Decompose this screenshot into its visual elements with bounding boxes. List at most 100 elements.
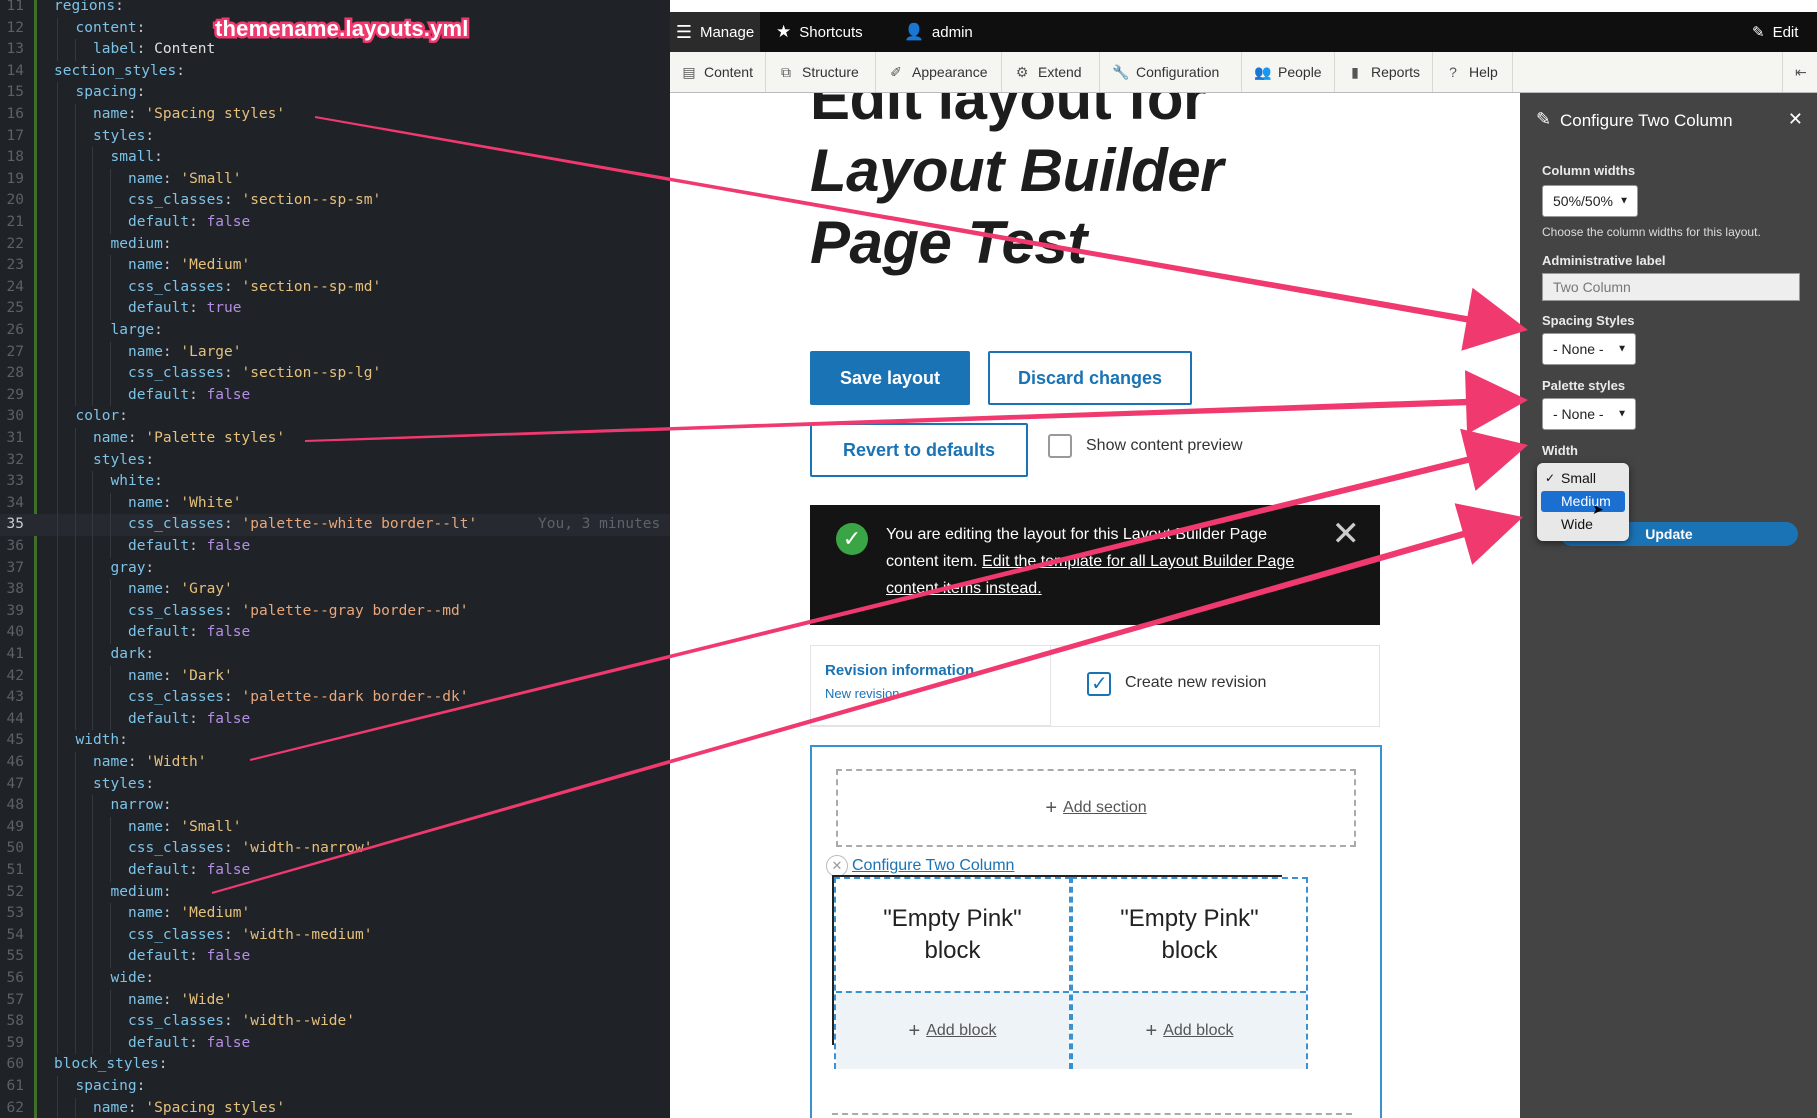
code-line[interactable]: 32 styles: <box>0 449 670 472</box>
block-empty-pink-second[interactable]: "Empty Pink" block <box>1073 879 1306 991</box>
add-block-first[interactable]: + Add block <box>836 991 1069 1069</box>
tray-configuration[interactable]: 🔧 Configuration <box>1100 52 1242 92</box>
indent-guide <box>57 1011 58 1033</box>
code-line[interactable]: 45 width: <box>0 730 670 752</box>
tray-content[interactable]: ▤ Content <box>670 52 766 92</box>
code-line[interactable]: 54 css_classes: 'width--medium' <box>0 924 670 947</box>
toolbar-edit[interactable]: ✎ Edit <box>1752 12 1798 52</box>
code-line[interactable]: 15 spacing: <box>0 82 670 104</box>
width-option-small[interactable]: ✓ Small <box>1541 468 1625 489</box>
code-text: large: <box>111 320 163 342</box>
code-token: css_classes <box>128 1013 225 1030</box>
tray-reports[interactable]: ▮ Reports <box>1335 52 1433 92</box>
add-section-link[interactable]: Add section <box>1063 799 1147 817</box>
code-line[interactable]: 38 name: 'Gray' <box>0 579 670 601</box>
code-line[interactable]: 48 narrow: <box>0 795 670 817</box>
width-option-medium[interactable]: Medium <box>1541 491 1625 512</box>
code-line[interactable]: 28 css_classes: 'section--sp-lg' <box>0 363 670 385</box>
code-line[interactable]: 27 name: 'Large' <box>0 341 670 364</box>
code-line[interactable]: 14 section_styles: <box>0 61 670 83</box>
code-line[interactable]: 19 name: 'Small' <box>0 168 670 191</box>
code-line[interactable]: 29 default: false <box>0 384 670 407</box>
code-line[interactable]: 53 name: 'Medium' <box>0 903 670 925</box>
code-line[interactable]: 17 styles: <box>0 125 670 148</box>
code-line[interactable]: 56 wide: <box>0 968 670 990</box>
code-line[interactable]: 11 regions: <box>0 0 670 18</box>
code-line[interactable]: 60 block_styles: <box>0 1054 670 1076</box>
column-widths-select[interactable]: 50%/50% ▼ <box>1542 185 1638 217</box>
code-line[interactable]: 47 styles: <box>0 773 670 796</box>
code-line[interactable]: 21 default: false <box>0 212 670 234</box>
code-line[interactable]: 13 label: Content <box>0 39 670 61</box>
spacing-styles-select[interactable]: - None - ▼ <box>1542 333 1636 365</box>
toolbar-shortcuts[interactable]: ★ Shortcuts <box>776 12 863 52</box>
toolbar-manage[interactable]: ☰ Manage <box>670 12 760 52</box>
close-dialog-icon[interactable]: ✕ <box>1788 109 1803 130</box>
add-section-area[interactable]: + Add section <box>836 769 1356 847</box>
code-line[interactable]: 18 small: <box>0 147 670 169</box>
code-line[interactable]: 25 default: true <box>0 298 670 320</box>
code-line[interactable]: 24 css_classes: 'section--sp-md' <box>0 276 670 299</box>
revert-defaults-button[interactable]: Revert to defaults <box>810 423 1028 477</box>
code-line[interactable]: 58 css_classes: 'width--wide' <box>0 1011 670 1033</box>
code-line[interactable]: 31 name: 'Palette styles' <box>0 428 670 450</box>
block-empty-pink-first[interactable]: "Empty Pink" block <box>836 879 1069 991</box>
git-blame-annotation: You, 3 minutes <box>538 516 661 533</box>
code-line[interactable]: 57 name: 'Wide' <box>0 989 670 1012</box>
code-line[interactable]: 40 default: false <box>0 622 670 644</box>
code-line[interactable]: 26 large: <box>0 320 670 342</box>
code-line[interactable]: 42 name: 'Dark' <box>0 665 670 688</box>
tray-help[interactable]: ? Help <box>1433 52 1513 92</box>
configure-section-link[interactable]: Configure Two Column <box>852 857 1014 875</box>
code-line[interactable]: 36 default: false <box>0 536 670 558</box>
revision-tab[interactable]: Revision information New revision <box>811 646 1051 726</box>
add-block-link-first[interactable]: Add block <box>926 1022 996 1040</box>
create-revision-checkbox[interactable]: ✓ <box>1087 672 1111 696</box>
indent-guide <box>57 125 58 148</box>
save-layout-button[interactable]: Save layout <box>810 351 970 405</box>
code-line[interactable]: 50 css_classes: 'width--narrow' <box>0 838 670 860</box>
code-line[interactable]: 62 name: 'Spacing styles' <box>0 1097 670 1118</box>
code-line[interactable]: 16 name: 'Spacing styles' <box>0 104 670 126</box>
code-line[interactable]: 37 gray: <box>0 557 670 580</box>
code-line[interactable]: 39 css_classes: 'palette--gray border--md… <box>0 600 670 623</box>
add-block-link-second[interactable]: Add block <box>1163 1022 1233 1040</box>
code-line[interactable]: 30 color: <box>0 406 670 428</box>
code-line[interactable]: 43 css_classes: 'palette--dark border--dk… <box>0 687 670 709</box>
code-line[interactable]: 41 dark: <box>0 644 670 666</box>
code-line[interactable]: 46 name: 'Width' <box>0 752 670 774</box>
code-editor[interactable]: 11 regions: 12 content: 13 label: Content 14 se… <box>0 0 670 1118</box>
code-line[interactable]: 51 default: false <box>0 860 670 882</box>
code-line[interactable]: 35 css_classes: 'palette--white border--l… <box>0 514 670 536</box>
code-line[interactable]: 20 css_classes: 'section--sp-sm' <box>0 190 670 212</box>
code-line[interactable]: 44 default: false <box>0 708 670 731</box>
palette-styles-select[interactable]: - None - ▼ <box>1542 398 1636 430</box>
tray-structure[interactable]: ⧉ Structure <box>766 52 876 92</box>
tray-orientation-toggle[interactable]: ⇤ <box>1782 52 1817 92</box>
add-block-second[interactable]: + Add block <box>1073 991 1306 1069</box>
code-line[interactable]: 22 medium: <box>0 233 670 256</box>
code-line[interactable]: 59 default: false <box>0 1032 670 1055</box>
code-token: name <box>93 430 128 446</box>
admin-label-input[interactable]: Two Column <box>1542 273 1800 301</box>
toolbar-user[interactable]: 👤 admin <box>904 12 973 52</box>
show-preview-checkbox[interactable] <box>1048 434 1072 458</box>
code-line[interactable]: 49 name: 'Small' <box>0 816 670 839</box>
tray-people[interactable]: 👥 People <box>1242 52 1335 92</box>
code-line[interactable]: 34 name: 'White' <box>0 492 670 515</box>
code-line[interactable]: 33 white: <box>0 471 670 493</box>
code-line[interactable]: 23 name: 'Medium' <box>0 255 670 277</box>
width-option-wide[interactable]: Wide <box>1541 514 1625 535</box>
code-line[interactable]: 52 medium: <box>0 881 670 904</box>
remove-section-icon[interactable]: ✕ <box>826 855 848 877</box>
tray-extend[interactable]: ⚙ Extend <box>1002 52 1100 92</box>
width-dropdown[interactable]: ✓ Small Medium Wide ➤ <box>1537 463 1629 541</box>
code-line[interactable]: 55 default: false <box>0 946 670 968</box>
tray-appearance[interactable]: ✐ Appearance <box>876 52 1002 92</box>
code-line[interactable]: 61 spacing: <box>0 1076 670 1098</box>
discard-changes-button[interactable]: Discard changes <box>988 351 1192 405</box>
indent-guide <box>57 82 58 104</box>
close-message-icon[interactable]: ✕ <box>1332 517 1361 551</box>
line-number: 54 <box>6 926 24 943</box>
line-number: 27 <box>6 343 24 360</box>
